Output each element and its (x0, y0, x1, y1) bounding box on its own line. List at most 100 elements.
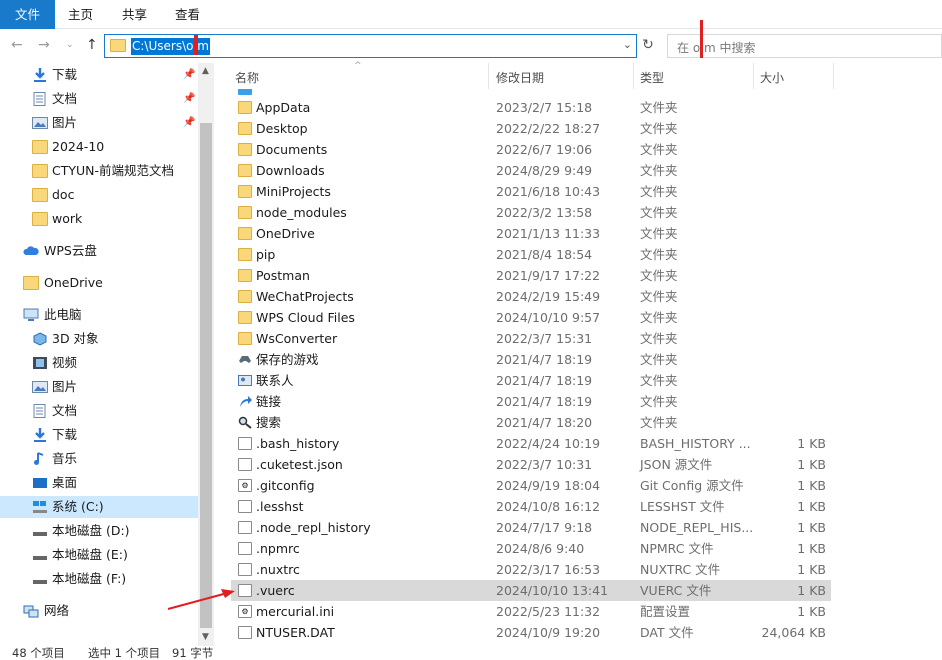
picture-icon (32, 381, 48, 393)
pin-icon[interactable]: 📌 (183, 112, 195, 134)
tab-share[interactable]: 共享 (122, 0, 147, 29)
back-icon[interactable]: ← (11, 37, 23, 53)
file-type: 文件夹 (640, 310, 678, 325)
file-name: .vuerc (256, 583, 295, 598)
sidebar-item-drive-d[interactable]: 本地磁盘 (D:) (0, 520, 198, 542)
file-row[interactable]: ⚙ .gitconfig 2024/9/19 18:04 Git Config 源文件… (231, 475, 831, 496)
sidebar-item-drive-e[interactable]: 本地磁盘 (E:) (0, 544, 198, 566)
tab-home[interactable]: 主页 (68, 0, 93, 29)
up-arrow-icon[interactable]: ↑ (86, 37, 98, 53)
file-name: .node_repl_history (256, 520, 371, 535)
column-divider[interactable] (488, 63, 489, 89)
sidebar-item-label: 桌面 (52, 475, 78, 490)
sidebar-item-doc[interactable]: doc (0, 184, 198, 206)
tab-file[interactable]: 文件 (0, 0, 55, 29)
file-type: 文件夹 (640, 268, 678, 283)
sidebar-item-ctyun[interactable]: CTYUN-前端规范文档 (0, 160, 198, 182)
file-row[interactable]: ⚙ mercurial.ini 2022/5/23 11:32 配置设置 1 KB (231, 601, 831, 622)
recent-chevron-down-icon[interactable]: ⌄ (66, 40, 74, 50)
scroll-up-icon[interactable]: ▲ (202, 66, 209, 76)
sidebar-item-pictures-2[interactable]: 图片 (0, 376, 198, 398)
sidebar-item-pictures[interactable]: 图片 📌 (0, 112, 198, 134)
sidebar-item-3d-objects[interactable]: 3D 对象 (0, 328, 198, 350)
sidebar-item-label: WPS云盘 (44, 243, 97, 258)
file-row[interactable]: .cuketest.json 2022/3/7 10:31 JSON 源文件 1 KB (231, 454, 831, 475)
file-row[interactable]: .node_repl_history 2024/7/17 9:18 NODE_REP… (231, 517, 831, 538)
file-row[interactable]: AppData 2023/2/7 15:18 文件夹 (231, 97, 831, 118)
sidebar-item-2024-10[interactable]: 2024-10 (0, 136, 198, 158)
file-size: 1 KB (797, 478, 826, 493)
sidebar-item-label: 本地磁盘 (D:) (52, 523, 130, 538)
file-row[interactable]: .lesshst 2024/10/8 16:12 LESSHST 文件 1 KB (231, 496, 831, 517)
sidebar-item-this-pc[interactable]: 此电脑 (0, 304, 198, 326)
pin-icon[interactable]: 📌 (183, 64, 195, 86)
file-row[interactable]: 链接 2021/4/7 18:19 文件夹 (231, 391, 831, 412)
settings-file-icon: ⚙ (238, 605, 252, 618)
column-type[interactable]: 类型 (640, 69, 664, 86)
sidebar-item-desktop[interactable]: 桌面 (0, 472, 198, 494)
file-row[interactable]: OneDrive 2021/1/13 11:33 文件夹 (231, 223, 831, 244)
column-name[interactable]: 名称 (235, 69, 259, 86)
file-row[interactable]: Documents 2022/6/7 19:06 文件夹 (231, 139, 831, 160)
file-name: mercurial.ini (256, 604, 335, 619)
scroll-down-icon[interactable]: ▼ (202, 632, 209, 642)
file-row[interactable]: Postman 2021/9/17 17:22 文件夹 (231, 265, 831, 286)
refresh-icon[interactable]: ↻ (639, 37, 657, 55)
file-name: 链接 (256, 394, 282, 409)
file-row[interactable]: .bash_history 2022/4/24 10:19 BASH_HISTORY… (231, 433, 831, 454)
file-type: NPMRC 文件 (640, 541, 714, 556)
file-row[interactable]: node_modules 2022/3/2 13:58 文件夹 (231, 202, 831, 223)
file-modified-date: 2024/10/9 19:20 (496, 625, 601, 640)
selected-count: 选中 1 个项目 (88, 646, 161, 660)
file-row[interactable]: 联系人 2021/4/7 18:19 文件夹 (231, 370, 831, 391)
file-row[interactable]: NTUSER.DAT 2024/10/9 19:20 DAT 文件 24,064 KB (231, 622, 831, 643)
sidebar-item-downloads[interactable]: 下载 📌 (0, 64, 198, 86)
file-name: .bash_history (256, 436, 340, 451)
file-icon (238, 437, 252, 450)
file-row[interactable]: Downloads 2024/8/29 9:49 文件夹 (231, 160, 831, 181)
sidebar-item-downloads-2[interactable]: 下载 (0, 424, 198, 446)
scrollbar-thumb[interactable] (200, 123, 212, 628)
file-type: 文件夹 (640, 226, 678, 241)
file-row[interactable]: MiniProjects 2021/6/18 10:43 文件夹 (231, 181, 831, 202)
sidebar-item-music[interactable]: 音乐 (0, 448, 198, 470)
sidebar-item-drive-c[interactable]: 系统 (C:) (0, 496, 198, 518)
address-input[interactable]: C:\Users\o m ⌄ (104, 34, 637, 58)
search-input[interactable]: 在 o m 中搜索 (667, 34, 942, 58)
file-row[interactable]: WsConverter 2022/3/7 15:31 文件夹 (231, 328, 831, 349)
file-row[interactable]: WPS Cloud Files 2024/10/10 9:57 文件夹 (231, 307, 831, 328)
sidebar-item-documents-2[interactable]: 文档 (0, 400, 198, 422)
sidebar-item-onedrive[interactable]: OneDrive (0, 272, 198, 294)
file-row[interactable]: .vuerc 2024/10/10 13:41 VUERC 文件 1 KB (231, 580, 831, 601)
file-type: LESSHST 文件 (640, 499, 725, 514)
column-date[interactable]: 修改日期 (496, 69, 544, 86)
file-row[interactable]: .nuxtrc 2022/3/17 16:53 NUXTRC 文件 1 KB (231, 559, 831, 580)
column-divider[interactable] (833, 63, 834, 89)
column-divider[interactable] (753, 63, 754, 89)
file-row[interactable]: Desktop 2022/2/22 18:27 文件夹 (231, 118, 831, 139)
address-dropdown-icon[interactable]: ⌄ (623, 38, 632, 51)
pin-icon[interactable]: 📌 (183, 88, 195, 110)
sidebar-item-wps-cloud[interactable]: WPS云盘 (0, 240, 198, 262)
sidebar-item-work[interactable]: work (0, 208, 198, 230)
column-divider[interactable] (633, 63, 634, 89)
file-row[interactable]: pip 2021/8/4 18:54 文件夹 (231, 244, 831, 265)
folder-icon (23, 276, 39, 290)
file-name: MiniProjects (256, 184, 331, 199)
sidebar-item-label: 此电脑 (44, 307, 82, 322)
file-type: 文件夹 (640, 184, 678, 199)
sidebar-scrollbar[interactable]: ▲ ▼ (198, 63, 214, 646)
address-path-text[interactable]: C:\Users\o m (131, 38, 210, 55)
tab-view[interactable]: 查看 (175, 0, 200, 29)
sidebar-item-videos[interactable]: 视频 (0, 352, 198, 374)
file-row[interactable]: .npmrc 2024/8/6 9:40 NPMRC 文件 1 KB (231, 538, 831, 559)
sidebar-item-label: OneDrive (44, 275, 103, 290)
file-row[interactable]: 搜索 2021/4/7 18:20 文件夹 (231, 412, 831, 433)
sidebar-item-label: 2024-10 (52, 139, 105, 154)
column-size[interactable]: 大小 (760, 69, 784, 86)
file-row[interactable]: 保存的游戏 2021/4/7 18:19 文件夹 (231, 349, 831, 370)
sidebar-item-documents[interactable]: 文档 📌 (0, 88, 198, 110)
file-type: NUXTRC 文件 (640, 562, 721, 577)
forward-icon[interactable]: → (38, 37, 50, 53)
file-row[interactable]: WeChatProjects 2024/2/19 15:49 文件夹 (231, 286, 831, 307)
